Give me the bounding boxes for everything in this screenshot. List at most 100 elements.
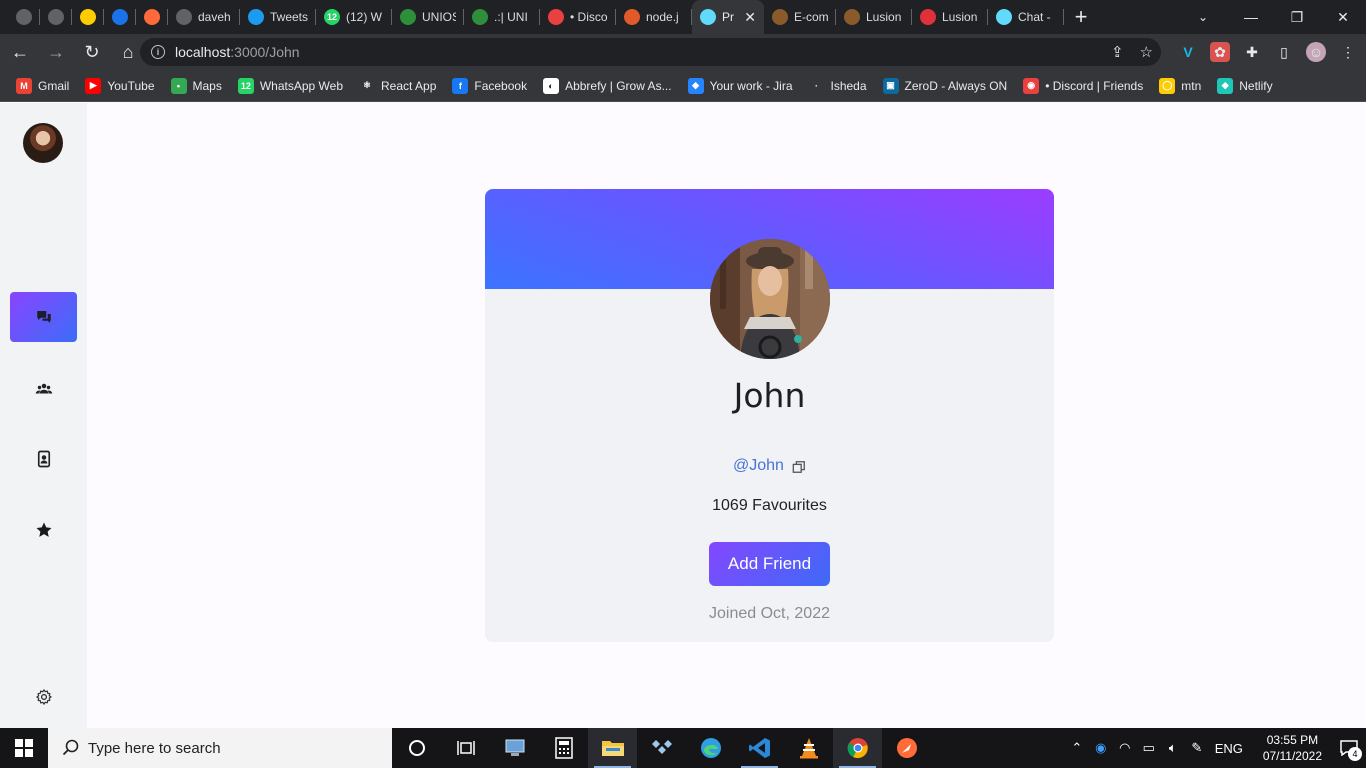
add-friend-button[interactable]: Add Friend [709,542,830,586]
current-user-avatar[interactable] [23,123,63,163]
window-controls: — ❐ ✕ [1228,0,1366,34]
bookmark-item[interactable]: ▶ YouTube [77,72,162,100]
extensions-area: V ✿ ✚ ▯ ☺ ⋮ [1178,34,1358,70]
tab-favicon-icon [548,9,564,25]
sidebar-item-groups[interactable] [10,364,77,414]
taskbar-app-chrome[interactable] [833,728,882,768]
bookmark-item[interactable]: f Facebook [444,72,535,100]
browser-tab[interactable]: Lusion [912,0,988,34]
profile-photo [710,239,830,359]
bookmark-item[interactable]: ◐ Abbrefy | Grow As... [535,72,680,100]
tray-app-icon[interactable]: ◉ [1089,740,1113,756]
sidebar-item-contacts[interactable] [10,434,77,484]
browser-tab[interactable]: daveh [168,0,240,34]
restore-button[interactable]: ❐ [1274,9,1320,26]
tab-favicon-icon [400,9,416,25]
browser-tab[interactable] [104,0,136,34]
reload-button[interactable]: ↻ [76,36,108,68]
browser-tab[interactable]: node.j [616,0,692,34]
site-info-icon[interactable]: i [151,45,165,59]
action-center-button[interactable]: 4 [1332,728,1366,768]
start-button[interactable] [0,728,48,768]
clock[interactable]: 03:55 PM 07/11/2022 [1263,732,1322,764]
browser-tab[interactable] [40,0,72,34]
puzzle-extensions-icon[interactable]: ✚ [1242,42,1262,62]
profile-avatar-icon[interactable]: ☺ [1306,42,1326,62]
browser-tab[interactable]: .:| UNI [464,0,540,34]
menu-kebab-icon[interactable]: ⋮ [1338,42,1358,62]
taskbar-app-vlc[interactable] [784,728,833,768]
volume-icon[interactable]: 🔈︎ [1161,740,1185,756]
bookmark-favicon-icon: M [16,77,32,94]
url-text[interactable]: localhost:3000/John [175,44,300,60]
bookmark-item[interactable]: ◆ Netlify [1209,72,1280,100]
battery-icon[interactable]: ▭ [1137,740,1161,756]
show-hidden-icons-chevron-icon[interactable]: ⌃ [1065,740,1089,756]
browser-tab[interactable] [136,0,168,34]
bookmark-item[interactable]: ◆ Your work - Jira [680,72,801,100]
browser-tab[interactable]: E-com [764,0,836,34]
copy-icon[interactable] [792,460,806,474]
bookmark-item[interactable]: ⚛ React App [351,72,444,100]
profile-name: John [733,376,806,415]
sidebar-item-chats[interactable] [10,292,77,342]
new-tab-button[interactable]: + [1064,0,1098,34]
tab-favicon-icon [700,9,716,25]
browser-tab[interactable]: Chat - [988,0,1064,34]
taskbar-search[interactable]: Type here to search [48,728,392,768]
sidebar-item-settings[interactable] [10,672,77,722]
forward-button[interactable]: → [40,36,72,68]
minimize-button[interactable]: — [1228,9,1274,25]
taskbar-app-postman[interactable] [882,728,931,768]
bookmark-item[interactable]: ◯ mtn [1151,72,1209,100]
bookmark-label: mtn [1181,78,1202,93]
taskbar-app-file-explorer[interactable] [588,728,637,768]
close-tab-icon[interactable]: ✕ [744,9,756,26]
profile-card: John @John 1069 Favourites Add Friend Jo… [485,189,1054,642]
calculator-icon [554,737,573,759]
taskbar-app-vscode[interactable] [735,728,784,768]
task-view-button[interactable] [441,728,490,768]
side-panel-icon[interactable]: ▯ [1274,42,1294,62]
gear-icon [35,689,52,705]
taskbar-app-edge[interactable] [686,728,735,768]
address-bar[interactable]: i localhost:3000/John ⇪ ☆ [140,38,1161,66]
url-path: :3000/John [230,44,300,60]
bookmark-item[interactable]: ▣ ZeroD - Always ON [875,72,1016,100]
windows-taskbar: Type here to search ⌃ ◉ ◠ ▭ 🔈︎ ✎ ENG 03:… [0,728,1366,768]
tab-favicon-icon [996,9,1012,25]
close-window-button[interactable]: ✕ [1320,9,1366,26]
bookmark-item[interactable]: ◉ • Discord | Friends [1015,72,1151,100]
browser-tab[interactable]: • Disco [540,0,616,34]
taskbar-app-remote[interactable] [490,728,539,768]
browser-tab[interactable]: UNIOS [392,0,464,34]
browser-tab[interactable]: Tweets [240,0,316,34]
pen-icon[interactable]: ✎ [1185,740,1209,756]
vimeo-extension-icon[interactable]: V [1178,42,1198,62]
taskbar-app-game[interactable] [637,728,686,768]
cortana-button[interactable] [392,728,441,768]
browser-tab[interactable]: Lusion [836,0,912,34]
taskbar-app-calculator[interactable] [539,728,588,768]
browser-tab[interactable]: 12 (12) W [316,0,392,34]
bookmark-item[interactable]: 12 WhatsApp Web [230,72,351,100]
bookmark-label: React App [381,78,437,93]
tab-search-button[interactable]: ⌄ [1188,0,1218,34]
users-group-icon [35,383,52,394]
back-button[interactable]: ← [4,36,36,68]
bookmark-item[interactable]: · Isheda [801,72,875,100]
bookmark-star-icon[interactable]: ☆ [1140,43,1153,61]
browser-tab[interactable] [8,0,40,34]
browser-tab[interactable]: Pro ✕ [692,0,764,34]
language-indicator[interactable]: ENG [1209,741,1249,756]
browser-tab[interactable] [72,0,104,34]
share-icon[interactable]: ⇪ [1111,43,1124,61]
wifi-icon[interactable]: ◠ [1113,740,1137,756]
bookmark-item[interactable]: M Gmail [8,72,77,100]
tab-title: Chat - [1018,10,1051,24]
gamepad-icon [651,740,672,754]
red-extension-icon[interactable]: ✿ [1210,42,1230,62]
bookmark-item[interactable]: • Maps [163,72,230,100]
sidebar-item-favourites[interactable] [10,505,77,555]
bookmark-favicon-icon: ◆ [687,77,704,94]
